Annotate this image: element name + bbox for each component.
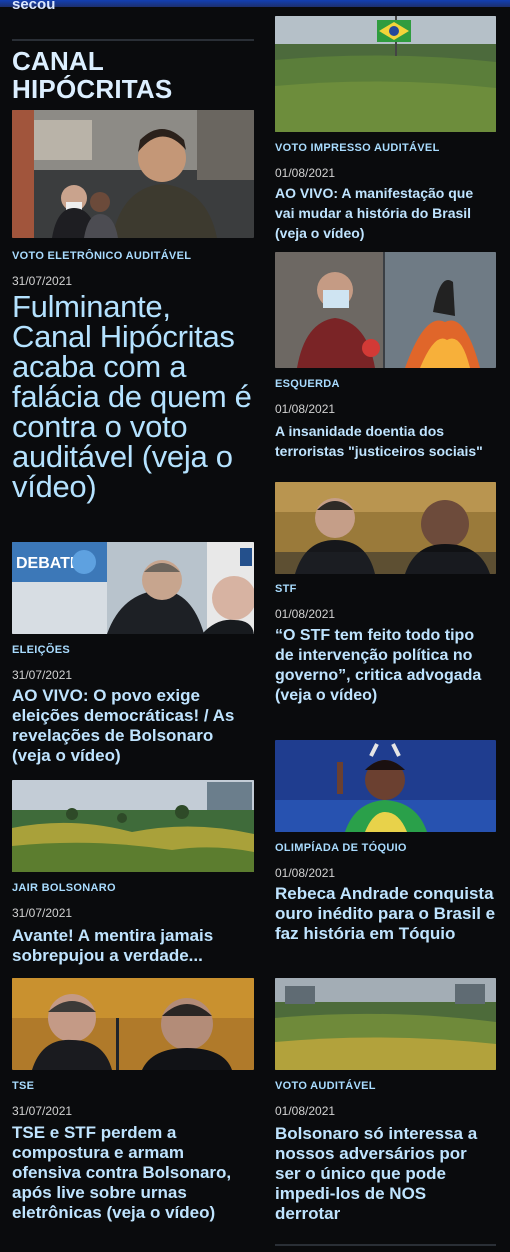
cut-off-text: secou: [12, 0, 56, 13]
article-title[interactable]: TSE e STF perdem a compostura e armam of…: [12, 1123, 254, 1223]
article-category[interactable]: VOTO IMPRESSO AUDITÁVEL: [275, 142, 440, 154]
article-thumbnail[interactable]: DEBATE: [12, 542, 254, 634]
section-divider: [12, 39, 254, 41]
article-thumbnail[interactable]: [275, 252, 496, 368]
article-date: 01/08/2021: [275, 607, 336, 621]
article-category[interactable]: ELEIÇÕES: [12, 644, 70, 656]
article-date: 01/08/2021: [275, 166, 336, 180]
article-date: 31/07/2021: [12, 906, 73, 920]
article-category[interactable]: VOTO ELETRÔNICO AUDITÁVEL: [12, 250, 191, 262]
article-thumbnail[interactable]: [12, 780, 254, 872]
article-date: 31/07/2021: [12, 1104, 73, 1118]
article-category[interactable]: STF: [275, 583, 297, 595]
article-title[interactable]: Bolsonaro só interessa a nossos adversár…: [275, 1124, 496, 1224]
article-thumbnail[interactable]: [275, 16, 496, 132]
article-thumbnail[interactable]: [12, 110, 254, 238]
article-date: 01/08/2021: [275, 866, 336, 880]
section-title[interactable]: CANAL HIPÓCRITAS: [12, 47, 254, 103]
article-title[interactable]: AO VIVO: O povo exige eleições democráti…: [12, 686, 254, 766]
article-category[interactable]: TSE: [12, 1080, 34, 1092]
article-category[interactable]: OLIMPÍADA DE TÓQUIO: [275, 842, 407, 854]
article-date: 31/07/2021: [12, 274, 73, 288]
article-title[interactable]: Avante! A mentira jamais sobrepujou a ve…: [12, 926, 254, 966]
svg-text:DEBATE: DEBATE: [16, 555, 81, 572]
article-date: 31/07/2021: [12, 668, 73, 682]
article-date: 01/08/2021: [275, 1104, 336, 1118]
article-title[interactable]: Rebeca Andrade conquista ouro inédito pa…: [275, 884, 496, 944]
article-title[interactable]: A insanidade doentia dos terroristas "ju…: [275, 421, 496, 461]
article-category[interactable]: VOTO AUDITÁVEL: [275, 1080, 376, 1092]
article-thumbnail[interactable]: [275, 482, 496, 574]
article-category[interactable]: ESQUERDA: [275, 378, 340, 390]
article-title[interactable]: Fulminante, Canal Hipócritas acaba com a…: [12, 291, 254, 502]
article-date: 01/08/2021: [275, 402, 336, 416]
article-title[interactable]: “O STF tem feito todo tipo de intervençã…: [275, 626, 496, 706]
article-thumbnail[interactable]: [12, 978, 254, 1070]
section-divider: [275, 1244, 496, 1246]
article-thumbnail[interactable]: [275, 978, 496, 1070]
article-thumbnail[interactable]: [275, 740, 496, 832]
article-title[interactable]: AO VIVO: A manifestação que vai mudar a …: [275, 183, 496, 243]
article-category[interactable]: JAIR BOLSONARO: [12, 882, 116, 894]
top-accent-bar: [0, 0, 510, 7]
